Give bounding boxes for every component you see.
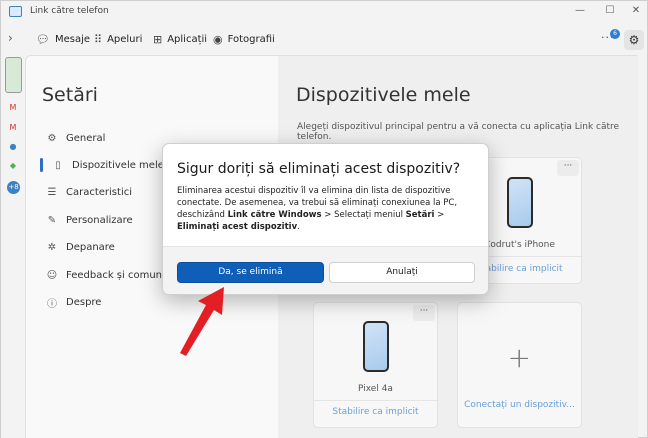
nav-calls-label: Apeluri: [107, 33, 143, 45]
cancel-button[interactable]: Anulați: [329, 262, 475, 283]
app-window: Link către telefon — ☐ ✕ › 💬︎ Mesaje ⠿ A…: [0, 0, 648, 438]
phone-icon: ▯: [55, 159, 61, 171]
nav-messages-label: Mesaje: [54, 33, 91, 45]
set-default-link[interactable]: Stabilire ca implicit: [314, 407, 437, 417]
annotation-arrow-icon: [180, 287, 224, 356]
settings-item-label: Depanare: [66, 241, 115, 253]
dialog-body-text: .: [297, 222, 300, 232]
gmail-icon[interactable]: M: [8, 123, 18, 133]
dialpad-icon: ⠿: [94, 32, 103, 46]
settings-item-features[interactable]: ☰ Caracteristici: [46, 183, 132, 201]
device-thumbnail[interactable]: [5, 57, 22, 93]
nav-messages[interactable]: 💬︎ Mesaje: [36, 31, 90, 47]
feedback-icon: ☺: [46, 269, 58, 281]
add-device-card[interactable]: + Conectați un dispozitiv...: [457, 302, 582, 428]
settings-item-label: Caracteristici: [66, 186, 132, 198]
remove-device-dialog: Sigur doriți să eliminați acest dispozit…: [162, 143, 489, 295]
nav-photos[interactable]: ◉ Fotografii: [213, 31, 275, 47]
settings-item-general[interactable]: ⚙ General: [46, 129, 106, 147]
device-more-button[interactable]: ···: [413, 305, 435, 321]
settings-item-about[interactable]: ⓘ Despre: [46, 293, 101, 311]
phone-icon: [506, 177, 533, 228]
add-app-icon[interactable]: +8: [7, 181, 20, 194]
connect-device-label: Conectați un dispozitiv...: [464, 400, 575, 410]
dialog-body-text: > Selectați meniul: [321, 210, 406, 220]
minimize-button[interactable]: —: [567, 3, 593, 19]
device-card[interactable]: ··· Pixel 4a Stabilire ca implicit: [313, 302, 438, 428]
chat-icon: 💬︎: [36, 32, 50, 46]
close-button[interactable]: ✕: [623, 3, 648, 19]
settings-item-troubleshoot[interactable]: ✲ Depanare: [46, 238, 115, 256]
dialog-body-text: >: [434, 210, 445, 220]
app-shortcut-icon[interactable]: ◆: [8, 161, 18, 171]
settings-item-personalization[interactable]: ✎ Personalizare: [46, 211, 133, 229]
device-more-button[interactable]: ···: [557, 160, 579, 176]
dialog-body-bold: Setări: [405, 210, 435, 220]
settings-item-label: General: [66, 132, 106, 144]
dialog-body-bold: Link către Windows: [227, 210, 322, 220]
plus-icon: +: [507, 341, 531, 374]
nav-apps-label: Aplicații: [167, 33, 208, 45]
pen-icon: ✎: [47, 214, 57, 226]
photos-icon: ◉: [213, 32, 223, 46]
nav-apps[interactable]: ⊞ Aplicații: [153, 31, 207, 47]
dialog-body: Eliminarea acestui dispozitiv îl va elim…: [177, 185, 477, 233]
info-icon: ⓘ: [47, 298, 57, 310]
settings-gear-icon[interactable]: ⚙: [624, 30, 644, 50]
phone-icon: [362, 321, 389, 372]
top-nav: › 💬︎ Mesaje ⠿ Apeluri ⊞ Aplicații ◉ Foto…: [1, 25, 647, 53]
card-divider: [314, 400, 437, 401]
settings-item-label: Personalizare: [66, 214, 133, 226]
title-bar: Link către telefon — ☐ ✕: [1, 1, 647, 23]
apps-icon: ⊞: [153, 32, 163, 46]
list-icon: ☰: [47, 186, 57, 198]
nav-photos-label: Fotografii: [227, 33, 275, 45]
settings-item-my-devices[interactable]: ▯ Dispozitivele mele: [40, 156, 164, 174]
dialog-body-bold: Eliminați acest dispozitiv: [177, 222, 298, 232]
left-rail: M M ● ◆ +8: [1, 55, 25, 438]
app-shortcut-icon[interactable]: ●: [8, 142, 18, 152]
dialog-title: Sigur doriți să eliminați acest dispozit…: [177, 161, 461, 177]
devices-title: Dispozitivele mele: [296, 84, 471, 106]
confirm-remove-button[interactable]: Da, se elimină: [177, 262, 324, 283]
troubleshoot-icon: ✲: [47, 241, 57, 253]
app-logo-icon: [9, 6, 22, 17]
settings-title: Setări: [42, 84, 98, 106]
gmail-icon[interactable]: M: [8, 103, 18, 113]
active-indicator: [40, 158, 43, 172]
arrow-shape: [180, 287, 224, 356]
settings-item-label: Despre: [66, 296, 102, 308]
devices-subtitle: Alegeți dispozitivul principal pentru a …: [297, 122, 620, 142]
maximize-button[interactable]: ☐: [597, 3, 623, 19]
gear-icon: ⚙: [47, 132, 57, 144]
window-title: Link către telefon: [30, 6, 109, 16]
expand-chevron-icon[interactable]: ›: [8, 31, 13, 45]
notification-badge: 6: [610, 29, 620, 39]
settings-item-label: Dispozitivele mele: [72, 159, 164, 171]
nav-calls[interactable]: ⠿ Apeluri: [94, 31, 142, 47]
device-name: Pixel 4a: [358, 384, 393, 394]
